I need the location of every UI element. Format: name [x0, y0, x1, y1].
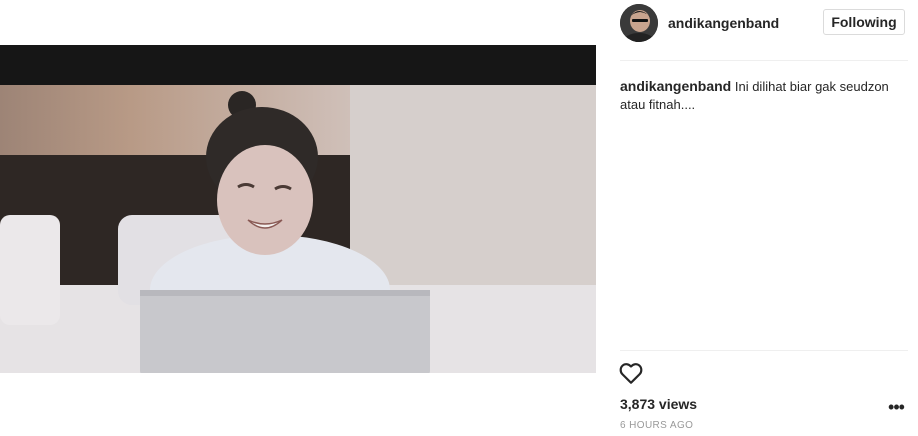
- heart-icon[interactable]: [618, 360, 644, 386]
- post-caption: andikangenband Ini dilihat biar gak seud…: [620, 77, 908, 114]
- post-timestamp[interactable]: 6 HOURS AGO: [620, 420, 693, 431]
- post-author-username[interactable]: andikangenband: [668, 15, 779, 31]
- video-still-image: [0, 85, 596, 373]
- more-options-icon[interactable]: •••: [887, 398, 905, 416]
- video-player[interactable]: [0, 45, 596, 373]
- post-header: andikangenband Following: [596, 0, 918, 47]
- actions-divider: [620, 350, 908, 351]
- avatar-image: [620, 4, 658, 42]
- video-frame: [0, 85, 596, 373]
- post-sidebar: andikangenband Following andikangenband …: [596, 0, 918, 436]
- avatar[interactable]: [620, 4, 658, 42]
- header-divider: [620, 60, 908, 61]
- view-count[interactable]: 3,873 views: [620, 396, 697, 412]
- following-button[interactable]: Following: [823, 9, 905, 35]
- caption-username[interactable]: andikangenband: [620, 78, 731, 94]
- post-media: [0, 0, 596, 436]
